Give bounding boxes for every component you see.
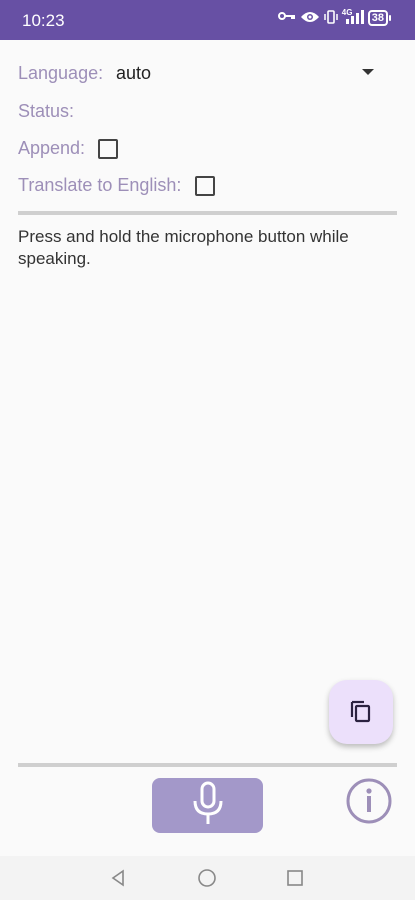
status-icons: 4G 38: [277, 8, 391, 26]
transcription-output: Press and hold the microphone button whi…: [18, 227, 349, 268]
home-icon[interactable]: [197, 868, 217, 888]
info-icon: [346, 778, 392, 829]
append-checkbox[interactable]: [98, 139, 118, 159]
divider-bottom: [18, 763, 397, 767]
language-select-value[interactable]: auto: [116, 63, 151, 84]
copy-icon: [348, 697, 374, 728]
back-icon[interactable]: [108, 868, 128, 888]
battery-icon: 38: [367, 10, 391, 26]
status-time: 10:23: [22, 11, 65, 30]
dropdown-arrow-icon[interactable]: [362, 69, 374, 75]
microphone-icon: [191, 781, 225, 830]
microphone-button[interactable]: [152, 778, 263, 833]
language-label: Language:: [18, 63, 104, 83]
eye-icon: [300, 10, 320, 26]
translate-checkbox[interactable]: [195, 176, 215, 196]
info-button[interactable]: [346, 778, 392, 829]
append-label: Append:: [18, 138, 86, 158]
signal-icon: 4G: [342, 8, 364, 26]
status-label: Status:: [18, 101, 75, 121]
navigation-bar: [0, 856, 415, 900]
battery-level: 38: [367, 10, 388, 26]
vibrate-icon: [324, 10, 338, 26]
network-type: 4G: [341, 8, 353, 17]
copy-button[interactable]: [329, 680, 393, 744]
key-icon: [277, 10, 296, 26]
divider-top: [18, 211, 397, 215]
status-bar: 10:23 4G 38: [0, 0, 415, 40]
recent-apps-icon[interactable]: [285, 868, 305, 888]
translate-label: Translate to English:: [18, 175, 182, 195]
